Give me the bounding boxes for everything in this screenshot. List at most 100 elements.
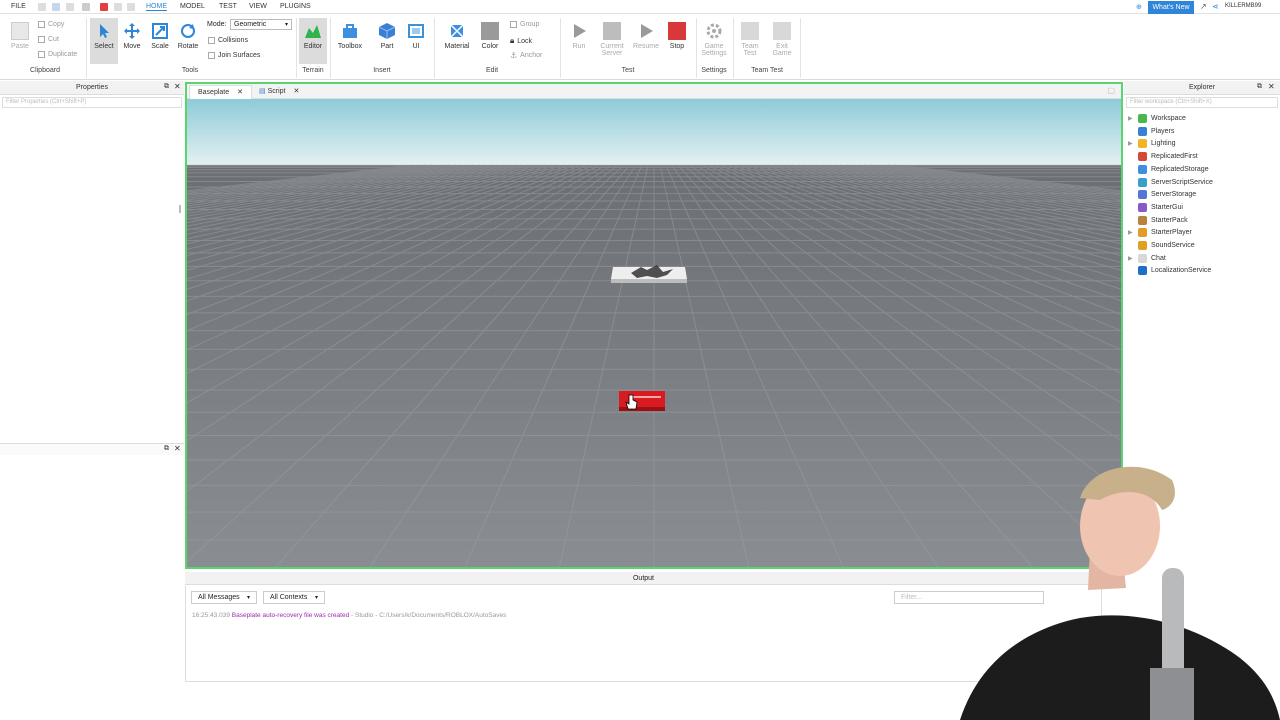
menu-file[interactable]: FILE <box>11 3 26 10</box>
chevron-down-icon: ▾ <box>314 595 318 601</box>
collisions-checkbox[interactable] <box>208 37 215 44</box>
divider <box>296 18 297 78</box>
red-part[interactable] <box>619 391 665 411</box>
open-icon[interactable] <box>52 3 60 11</box>
lock-button[interactable]: 🔒︎ Lock <box>510 36 532 46</box>
explorer-item-players[interactable]: Players <box>1128 125 1174 138</box>
explorer-item-serverstorage[interactable]: ServerStorage <box>1128 188 1196 201</box>
close-icon[interactable]: ✕ <box>174 444 181 453</box>
chat-icon <box>1138 253 1147 263</box>
webcam-overlay <box>960 466 1280 720</box>
terrain-editor-button[interactable]: Editor <box>299 18 327 64</box>
user-name[interactable]: KILLERMB99 <box>1225 3 1261 9</box>
explorer-item-replicatedstorage[interactable]: ReplicatedStorage <box>1128 163 1209 176</box>
toolbox-button[interactable]: Toolbox <box>336 22 364 50</box>
replicated-storage-icon <box>1138 164 1147 174</box>
join-surfaces-toggle[interactable]: Join Surfaces <box>208 52 260 59</box>
ribbon-toolbar: Paste Copy Cut Duplicate Clipboard Selec… <box>0 14 1280 80</box>
expand-arrow-icon[interactable]: ▶ <box>1128 115 1138 122</box>
tab-script[interactable]: ▤ Script ✕ <box>251 85 307 99</box>
move-button[interactable]: Move <box>118 22 146 50</box>
dock-icon[interactable]: ⧉ <box>164 83 169 91</box>
close-icon[interactable]: ✕ <box>293 88 299 95</box>
explorer-item-serverscriptservice[interactable]: ServerScriptService <box>1128 176 1213 189</box>
scale-icon <box>152 23 168 39</box>
arrow-icon[interactable]: ↗ <box>1200 2 1207 11</box>
maximize-icon[interactable]: ▢ <box>1107 86 1115 95</box>
part-button[interactable]: Part <box>373 22 401 50</box>
exit-game-button[interactable]: Exit Game <box>768 22 796 57</box>
properties-header: Properties <box>0 81 184 95</box>
explorer-item-workspace[interactable]: ▶ Workspace <box>1128 112 1186 125</box>
mode-label: Mode: <box>207 21 227 28</box>
rotate-button[interactable]: Rotate <box>174 22 202 50</box>
document-tabs: Baseplate ✕ ▤ Script ✕ ▢ <box>187 84 1121 99</box>
color-button[interactable]: Color <box>476 22 504 50</box>
menu-view[interactable]: VIEW <box>249 3 267 10</box>
copy-button[interactable]: Copy <box>38 21 64 28</box>
menu-test[interactable]: TEST <box>219 3 237 10</box>
exit-game-icon <box>773 22 791 40</box>
explorer-item-soundservice[interactable]: SoundService <box>1128 239 1195 252</box>
messages-filter-dropdown[interactable]: All Messages ▾ <box>191 591 257 604</box>
team-test-button[interactable]: Team Test <box>736 22 764 57</box>
chevron-down-icon: ▾ <box>246 595 250 601</box>
scale-button[interactable]: Scale <box>146 22 174 50</box>
close-icon[interactable]: ✕ <box>1268 82 1275 91</box>
tab-baseplate[interactable]: Baseplate ✕ <box>189 85 252 99</box>
game-settings-button[interactable]: Game Settings <box>698 22 730 57</box>
dock-icon[interactable]: ⧉ <box>1257 83 1262 91</box>
resume-icon <box>641 24 653 38</box>
dock-icon[interactable]: ⧉ <box>164 445 169 453</box>
run-button[interactable]: Run <box>565 22 593 50</box>
resume-button[interactable]: Resume <box>632 22 660 50</box>
close-icon[interactable]: ✕ <box>237 89 243 96</box>
menu-model[interactable]: MODEL <box>180 3 205 10</box>
anchor-button[interactable]: ⚓︎ Anchor <box>510 51 542 60</box>
stop-button[interactable]: Stop <box>663 22 691 50</box>
stop-icon[interactable] <box>100 3 108 11</box>
redo-icon[interactable] <box>127 3 135 11</box>
spawn-location[interactable] <box>611 265 687 283</box>
expand-arrow-icon[interactable]: ▶ <box>1128 140 1138 147</box>
explorer-item-starterplayer[interactable]: ▶ StarterPlayer <box>1128 226 1192 239</box>
collisions-toggle[interactable]: Collisions <box>208 37 248 44</box>
menu-plugins[interactable]: PLUGINS <box>280 3 311 10</box>
ui-button[interactable]: UI <box>402 22 430 50</box>
undo-icon[interactable] <box>114 3 122 11</box>
menu-home[interactable]: HOME <box>146 3 167 11</box>
panel-resize-handle[interactable] <box>179 205 181 213</box>
group-button[interactable]: Group <box>510 21 539 28</box>
expand-arrow-icon[interactable]: ▶ <box>1128 255 1138 262</box>
new-file-icon[interactable] <box>38 3 46 11</box>
whats-new-button[interactable]: What's New <box>1148 1 1194 14</box>
material-button[interactable]: Material <box>443 22 471 50</box>
explorer-filter-input[interactable]: Filter workspace (Ctrl+Shift+X) <box>1126 97 1278 108</box>
paste-button[interactable]: Paste <box>6 22 34 50</box>
help-icon[interactable]: ⊕ <box>1136 3 1142 11</box>
copy-icon <box>38 21 45 28</box>
close-icon[interactable]: ✕ <box>174 82 181 91</box>
cut-button[interactable]: Cut <box>38 36 59 43</box>
publish-icon[interactable] <box>82 3 90 11</box>
stop-square-icon <box>668 22 686 40</box>
explorer-item-startergui[interactable]: StarterGui <box>1128 201 1183 214</box>
save-icon[interactable] <box>66 3 74 11</box>
select-button[interactable]: Select <box>90 18 118 64</box>
explorer-item-lighting[interactable]: ▶ Lighting <box>1128 137 1176 150</box>
properties-filter-input[interactable]: Filter Properties (Ctrl+Shift+P) <box>2 97 182 108</box>
explorer-item-starterpack[interactable]: StarterPack <box>1128 214 1188 227</box>
explorer-item-chat[interactable]: ▶ Chat <box>1128 252 1166 265</box>
color-swatch-icon <box>481 22 499 40</box>
contexts-filter-dropdown[interactable]: All Contexts ▾ <box>263 591 325 604</box>
explorer-item-replicatedfirst[interactable]: ReplicatedFirst <box>1128 150 1198 163</box>
mode-dropdown[interactable]: Geometric ▾ <box>230 19 292 30</box>
join-surfaces-checkbox[interactable] <box>208 52 215 59</box>
share-icon[interactable]: ⋖ <box>1212 2 1219 11</box>
expand-arrow-icon[interactable]: ▶ <box>1128 229 1138 236</box>
divider <box>800 18 801 78</box>
explorer-item-localizationservice[interactable]: LocalizationService <box>1128 264 1211 277</box>
current-server-button[interactable]: Current Server <box>596 22 628 57</box>
tools-group-label: Tools <box>181 67 199 74</box>
duplicate-button[interactable]: Duplicate <box>38 51 77 58</box>
